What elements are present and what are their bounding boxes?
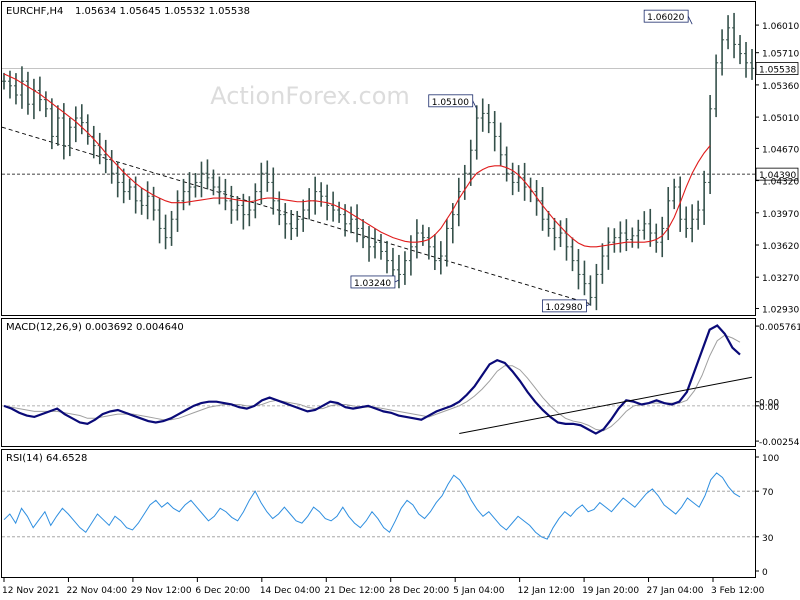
price-annotation-label: 1.05100 [432, 98, 469, 108]
rsi-panel [1, 449, 756, 578]
time-axis-label: 12 Nov 2021 [2, 586, 60, 596]
price-axis-label: 1.03270 [762, 274, 799, 284]
time-axis-label: 28 Dec 20:00 [389, 586, 450, 596]
time-axis-layer: 12 Nov 2021 22 Nov 04:00 29 Nov 12:00 6 Dec… [2, 578, 765, 596]
rsi-axis-label: 70 [762, 488, 774, 498]
macd-title: MACD(12,26,9) 0.003692 0.004640 [6, 322, 184, 333]
time-axis-label: 12 Jan 12:00 [518, 586, 575, 596]
time-axis-label: 21 Dec 12:00 [324, 586, 385, 596]
time-axis-label: 29 Nov 12:00 [131, 586, 192, 596]
time-axis-label: 19 Jan 20:00 [582, 586, 639, 596]
price-axis-label: 1.04670 [762, 145, 799, 155]
time-axis-label: 27 Jan 04:00 [647, 586, 704, 596]
rsi-axis-label: 0 [762, 568, 768, 578]
price-annotation-label: 1.03240 [354, 279, 391, 289]
price-axis-label: 1.03970 [762, 210, 799, 220]
price-annotation-label: 1.02980 [545, 303, 582, 313]
rsi-axis-label: 100 [762, 454, 779, 464]
macd-panel [1, 318, 756, 447]
time-axis-label: 5 Jan 04:00 [453, 586, 505, 596]
price-axis-label: 1.06010 [762, 22, 799, 32]
chart-header-ohlc: 1.05634 1.05645 1.05532 1.05538 [75, 6, 250, 17]
time-axis-label: 14 Dec 04:00 [260, 586, 321, 596]
price-axis-label: 1.04320 [762, 178, 799, 188]
time-axis-label: 6 Dec 20:00 [195, 586, 250, 596]
price-panel [1, 1, 756, 316]
macd-axis-layer: 0.0057610.000.00-0.002546 [755, 323, 800, 448]
price-axis-label: 1.02930 [762, 305, 799, 315]
macd-axis-label: 0.00 [759, 403, 779, 413]
macd-axis-label: 0.005761 [759, 323, 800, 333]
rsi-axis-label: 30 [762, 534, 774, 544]
price-axis-label: 1.03620 [762, 242, 799, 252]
price-annotation-label: 1.06020 [647, 13, 684, 23]
price-axis-label: 1.05710 [762, 50, 799, 60]
current-price-label: 1.05538 [759, 66, 796, 76]
rsi-title: RSI(14) 64.6528 [6, 453, 87, 464]
time-axis-label: 3 Feb 12:00 [711, 586, 765, 596]
price-axis-label: 1.05010 [762, 114, 799, 124]
watermark: ActionForex.com [210, 82, 410, 110]
chart-header-symbol: EURCHF,H4 [6, 6, 63, 17]
macd-axis-label: -0.002546 [759, 438, 800, 448]
rsi-axis-layer: 100 70 30 0 [755, 454, 779, 578]
price-axis-label: 1.05360 [762, 82, 799, 92]
time-axis-label: 22 Nov 04:00 [66, 586, 127, 596]
chart-canvas: ActionForex.com 1.043901.05538 1.032401.… [1, 1, 800, 596]
